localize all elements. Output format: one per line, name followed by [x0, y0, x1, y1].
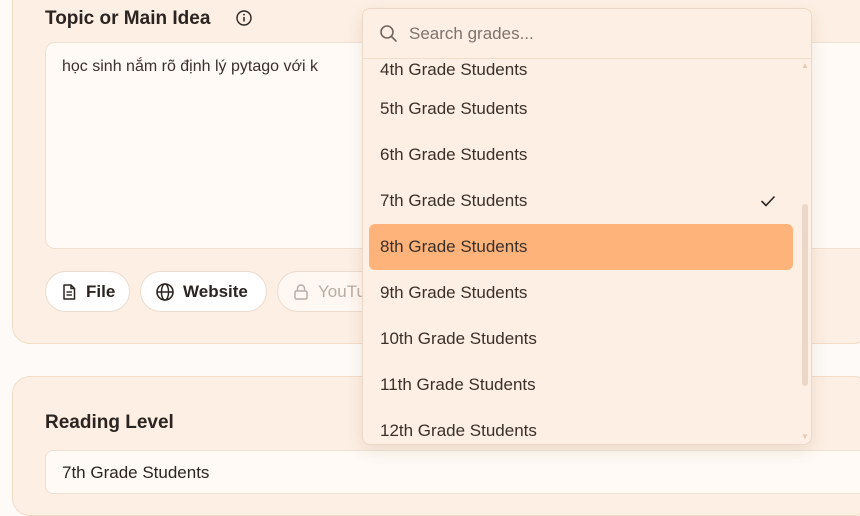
grade-option-label: 10th Grade Students — [380, 329, 537, 348]
grade-option-label: 8th Grade Students — [380, 237, 528, 256]
grade-option-label: 4th Grade Students — [380, 60, 528, 79]
topic-title: Topic or Main Idea — [45, 8, 211, 29]
scroll-down-arrow-icon[interactable]: ▼ — [801, 433, 809, 441]
grade-option[interactable]: 9th Grade Students — [369, 270, 793, 316]
grade-option[interactable]: 6th Grade Students — [369, 132, 793, 178]
grade-option-label: 5th Grade Students — [380, 99, 528, 118]
grade-search-row — [363, 9, 811, 59]
search-icon — [380, 25, 397, 42]
grade-option-label: 11th Grade Students — [380, 375, 536, 394]
file-button-label: File — [86, 281, 116, 301]
scroll-up-arrow-icon[interactable]: ▲ — [801, 62, 809, 70]
grade-option-label: 6th Grade Students — [380, 145, 528, 164]
grade-dropdown: 4th Grade Students 5th Grade Students 6t… — [362, 8, 812, 445]
grade-option-highlighted[interactable]: 8th Grade Students — [369, 224, 793, 270]
info-circle-icon[interactable] — [235, 9, 253, 27]
website-button[interactable]: Website — [140, 271, 267, 312]
reading-level-title: Reading Level — [45, 412, 174, 433]
globe-icon — [156, 282, 174, 301]
grade-option[interactable]: 5th Grade Students — [369, 86, 793, 132]
grade-search-input[interactable] — [409, 21, 789, 47]
check-icon — [761, 196, 775, 207]
dropdown-scrollbar[interactable]: ▲ ▼ — [801, 59, 809, 444]
lock-icon — [294, 283, 308, 300]
grade-option[interactable]: 12th Grade Students — [369, 408, 793, 444]
grade-option-label: 7th Grade Students — [380, 191, 528, 210]
scroll-thumb[interactable] — [802, 204, 808, 386]
file-icon — [63, 283, 76, 300]
grade-option-list: 4th Grade Students 5th Grade Students 6t… — [363, 9, 811, 444]
grade-option-selected[interactable]: 7th Grade Students — [369, 178, 793, 224]
grade-option-label: 12th Grade Students — [380, 421, 537, 440]
grade-option-label: 9th Grade Students — [380, 283, 528, 302]
grade-option[interactable]: 10th Grade Students — [369, 316, 793, 362]
reading-level-select[interactable]: 7th Grade Students — [45, 450, 860, 494]
website-button-label: Website — [183, 281, 248, 301]
file-button[interactable]: File — [45, 271, 130, 312]
grade-option[interactable]: 11th Grade Students — [369, 362, 793, 408]
